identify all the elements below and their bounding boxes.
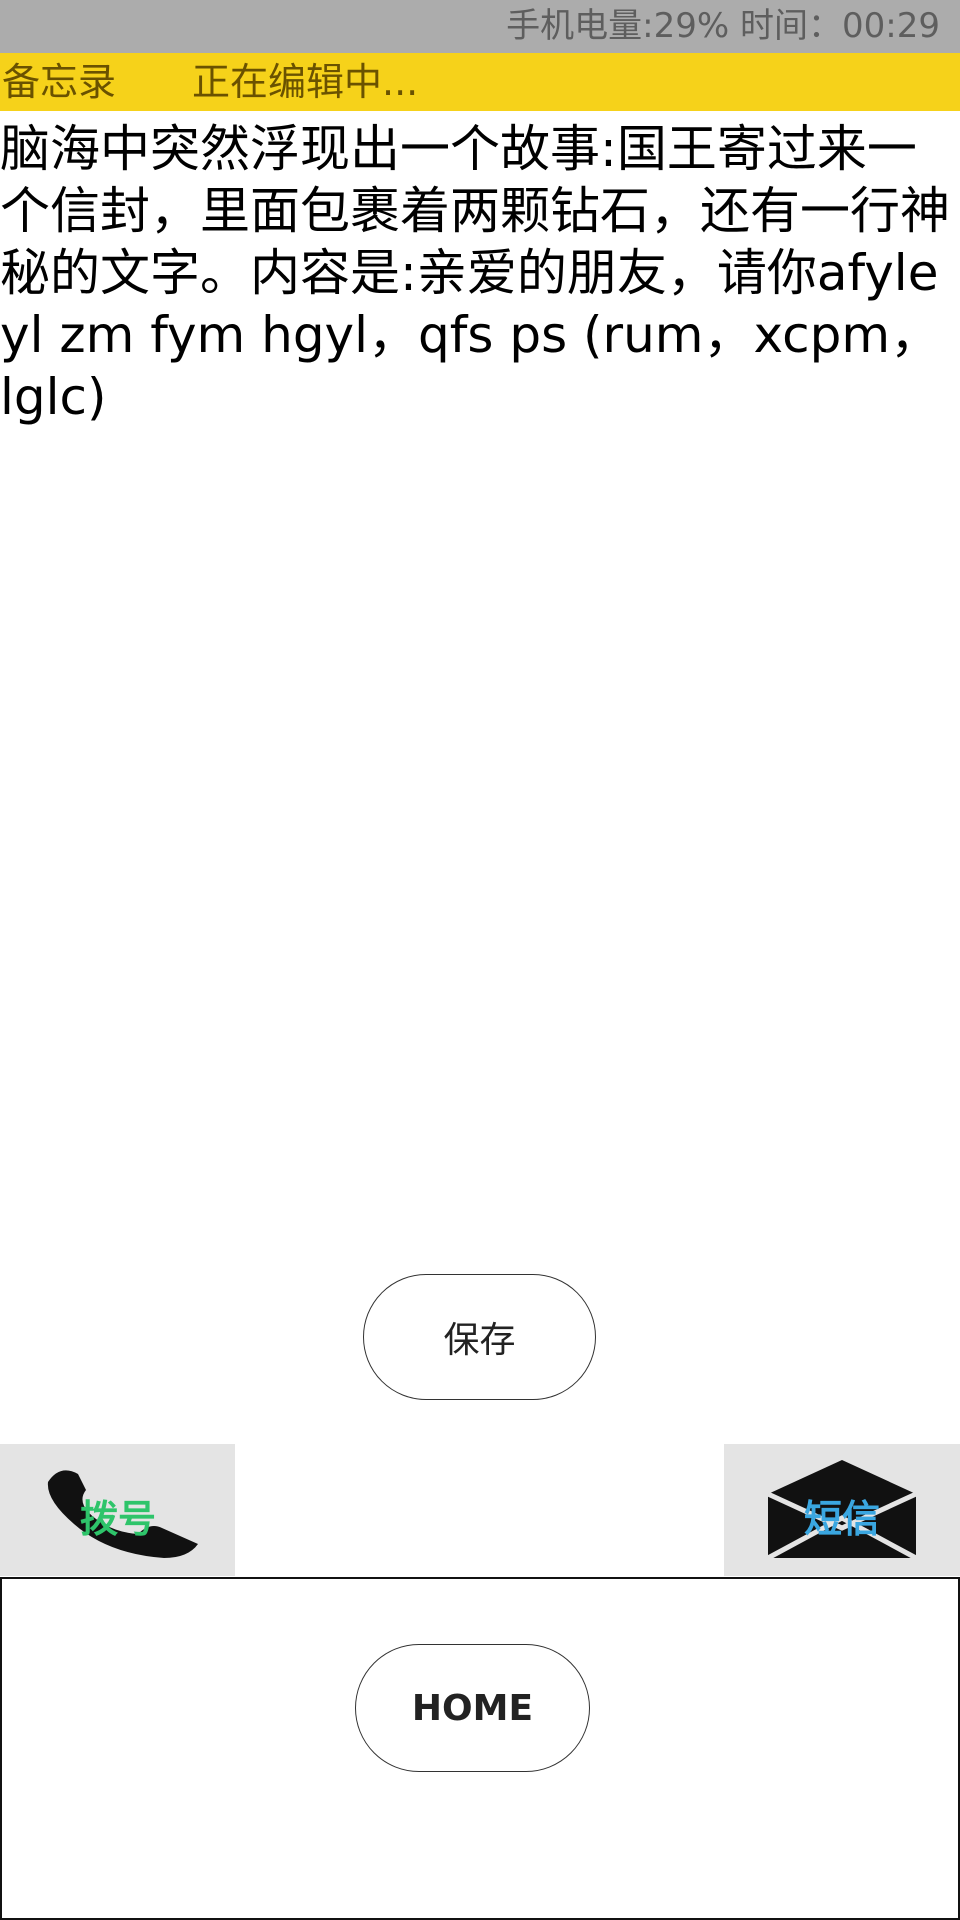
home-button[interactable]: HOME [355,1644,590,1772]
status-battery-time: 手机电量:29% 时间：00:29 [506,6,940,46]
sms-button[interactable]: 短信 [724,1444,960,1576]
dial-button[interactable]: 拨号 [0,1444,235,1576]
save-button[interactable]: 保存 [363,1274,596,1400]
sms-label: 短信 [804,1497,881,1541]
status-bar: 手机电量:29% 时间：00:29 [0,0,960,53]
title-bar: 备忘录 正在编辑中... [0,53,960,111]
memo-app-screen: 手机电量:29% 时间：00:29 备忘录 正在编辑中... 脑海中突然浮现出一… [0,0,960,1920]
edit-status: 正在编辑中... [192,60,419,104]
dial-label: 拨号 [80,1497,157,1541]
memo-text-area[interactable]: 脑海中突然浮现出一个故事:国王寄过来一个信封，里面包裹着两颗钻石，还有一行神秘的… [0,118,950,428]
app-title: 备忘录 [2,60,117,104]
